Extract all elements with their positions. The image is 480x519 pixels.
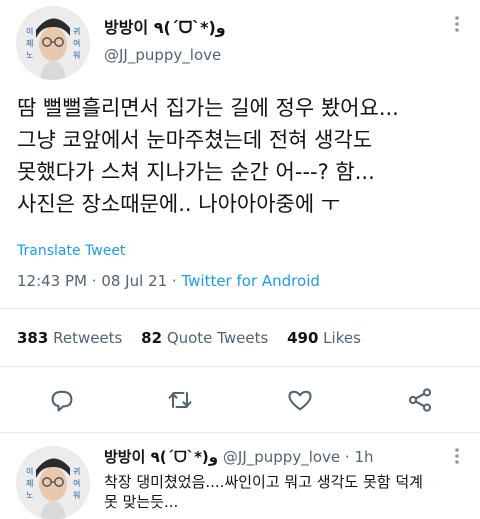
avatar-image: 이 제 노 귀 여 워 — [16, 446, 90, 519]
quotes-label: Quote Tweets — [166, 329, 269, 347]
svg-text:이: 이 — [26, 466, 33, 476]
svg-text:제: 제 — [26, 39, 33, 48]
likes-label: Likes — [323, 329, 361, 347]
tweet-text-line: 못했다가 스쳐 지나가는 순간 어---? 함... — [17, 160, 375, 184]
tweet-text-line: 그냥 코앞에서 눈마주쳤는데 전혀 생각도 — [17, 128, 373, 152]
share-icon[interactable] — [406, 386, 434, 414]
reply-text-line: 착장 댕미쳤었음....싸인이고 뭐고 생각도 못함 덕계 — [104, 473, 423, 491]
retweets-count: 383 — [17, 329, 49, 347]
reply-text: 착장 댕미쳤었음....싸인이고 뭐고 생각도 못함 덕계 못 맞는듯... — [104, 472, 464, 512]
retweets-stat[interactable]: 383 Retweets — [17, 329, 122, 347]
more-vertical-icon[interactable] — [447, 14, 467, 34]
svg-text:워: 워 — [73, 51, 80, 60]
meta-separator: · — [340, 448, 355, 466]
tweet-text-line: 사진은 장소때문에.. 나아아아중에 ㅜ — [17, 192, 341, 216]
quotes-stat[interactable]: 82 Quote Tweets — [141, 329, 268, 347]
reply-header: 방방이 ٩(ˊᗜˋ*)و @JJ_puppy_love · 1h — [104, 446, 374, 467]
reply-author-handle[interactable]: @JJ_puppy_love — [223, 448, 340, 466]
reply-age: 1h — [354, 448, 374, 466]
translate-tweet-link[interactable]: Translate Tweet — [17, 243, 125, 259]
reply-avatar[interactable]: 이 제 노 귀 여 워 — [16, 446, 90, 519]
author-name[interactable]: 방방이 ٩(ˊᗜˋ*)و — [104, 14, 226, 38]
tweet-source[interactable]: Twitter for Android — [181, 272, 319, 290]
divider — [0, 308, 480, 309]
svg-text:귀: 귀 — [73, 466, 80, 476]
tweet-time: 12:43 PM — [17, 272, 87, 290]
reply-icon[interactable] — [48, 386, 76, 414]
svg-text:노: 노 — [26, 491, 33, 500]
likes-count: 490 — [287, 329, 319, 347]
divider — [0, 366, 480, 367]
svg-text:제: 제 — [26, 479, 33, 488]
avatar-image: 이 제 노 귀 여 워 — [16, 6, 90, 80]
svg-text:노: 노 — [26, 51, 33, 60]
section-divider — [0, 432, 480, 438]
like-icon[interactable] — [286, 386, 314, 414]
more-vertical-icon[interactable] — [447, 446, 467, 466]
tweet-meta: 12:43 PM · 08 Jul 21 · Twitter for Andro… — [17, 272, 320, 290]
svg-text:워: 워 — [73, 491, 80, 500]
tweet-text-line: 땀 뻘뻘흘리면서 집가는 길에 정우 봤어요... — [17, 96, 399, 120]
reply-text-line: 못 맞는듯... — [104, 493, 179, 511]
svg-text:여: 여 — [73, 478, 80, 488]
tweet-stats: 383 Retweets 82 Quote Tweets 490 Likes — [17, 329, 361, 347]
quotes-count: 82 — [141, 329, 163, 347]
tweet-text: 땀 뻘뻘흘리면서 집가는 길에 정우 봤어요... 그냥 코앞에서 눈마주쳤는데… — [17, 92, 467, 220]
avatar[interactable]: 이 제 노 귀 여 워 — [16, 6, 90, 80]
retweet-icon[interactable] — [166, 386, 194, 414]
svg-text:여: 여 — [73, 38, 80, 48]
meta-separator: · — [91, 272, 102, 290]
author-handle[interactable]: @JJ_puppy_love — [104, 46, 221, 64]
likes-stat[interactable]: 490 Likes — [287, 329, 361, 347]
svg-text:귀: 귀 — [73, 26, 80, 36]
reply-author-name[interactable]: 방방이 ٩(ˊᗜˋ*)و — [104, 448, 218, 466]
svg-text:이: 이 — [26, 26, 33, 36]
tweet-date: 08 Jul 21 — [101, 272, 168, 290]
retweets-label: Retweets — [53, 329, 123, 347]
